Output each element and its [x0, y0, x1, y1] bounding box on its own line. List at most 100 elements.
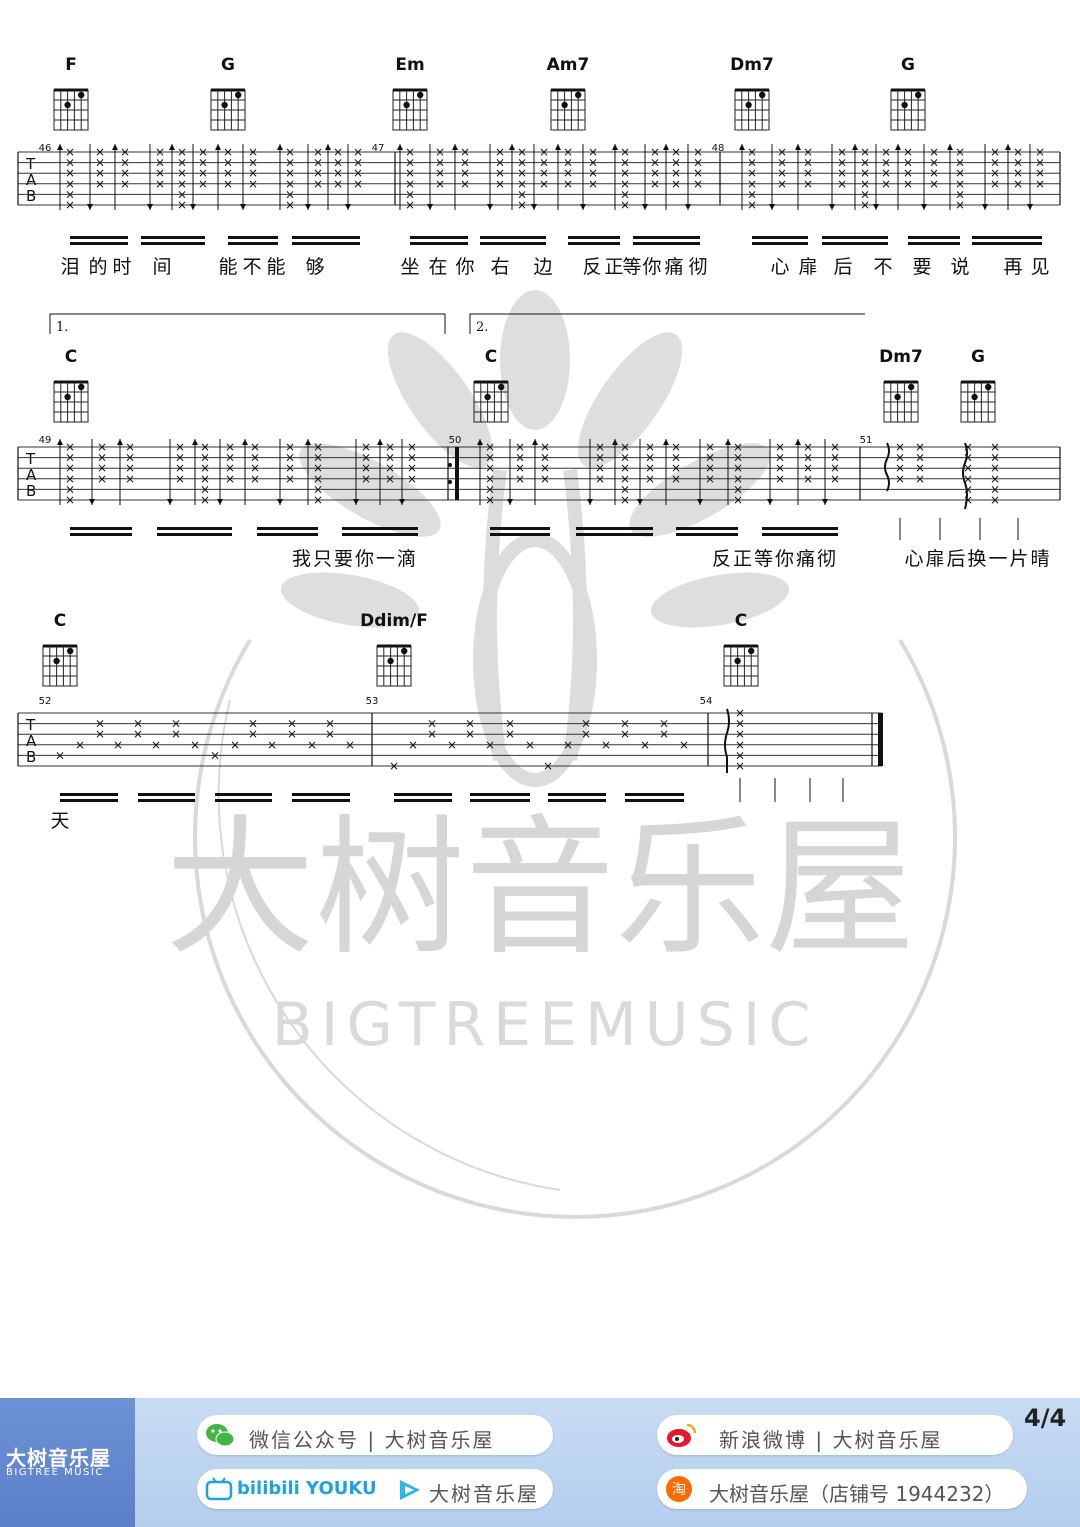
tab-muted-note: × — [175, 472, 185, 486]
tab-muted-note: × — [601, 738, 611, 752]
weibo-link[interactable]: 新浪微博 | 大树音乐屋 — [657, 1415, 1013, 1455]
lyric-phrase: 天 — [50, 810, 69, 832]
video-sites-link[interactable]: bilibili YOUKU 大树音乐屋 — [197, 1469, 553, 1509]
volta-bracket-1 — [49, 313, 446, 334]
video-account-text: 大树音乐屋 — [429, 1482, 539, 1506]
chord-finger-dot — [235, 91, 242, 99]
lyric-char: 时 — [112, 256, 131, 278]
tab-muted-note: × — [485, 738, 495, 752]
chord-diagram — [723, 644, 759, 687]
measure-number: 54 — [700, 696, 713, 707]
tab-muted-note: × — [775, 472, 785, 486]
strum-arrow — [663, 144, 669, 150]
wechat-link[interactable]: 微信公众号 | 大树音乐屋 — [197, 1415, 553, 1455]
strum-arrow — [345, 204, 351, 210]
tab-muted-note: × — [539, 177, 549, 191]
strum-arrow — [57, 144, 63, 150]
chord-diagram — [53, 380, 89, 423]
rhythm-beam — [480, 236, 546, 239]
tab-muted-note: × — [225, 472, 235, 486]
lyric-char: 反 — [582, 256, 601, 278]
tab-muted-note: × — [345, 738, 355, 752]
tab-muted-note: × — [248, 177, 258, 191]
chord-finger-dot — [908, 383, 915, 391]
rhythm-beam — [548, 793, 606, 796]
rhythm-beam — [70, 527, 132, 530]
tab-muted-note: × — [963, 493, 973, 507]
lyric-char: 够 — [305, 256, 324, 278]
tab-muted-note: × — [198, 177, 208, 191]
rhythm-beam — [394, 793, 452, 796]
tab-muted-note: × — [285, 472, 295, 486]
chord-name: C — [54, 611, 66, 631]
strum-arrow — [739, 144, 745, 150]
tab-muted-note: × — [517, 198, 527, 212]
chord-diagram — [890, 88, 926, 131]
tab-muted-note: × — [151, 738, 161, 752]
repeat-thick-bar — [455, 447, 459, 500]
lyric-char: 边 — [533, 256, 552, 278]
lyric-char: 见 — [1030, 256, 1049, 278]
lyric-char: 不 — [873, 256, 892, 278]
measure-number: 46 — [39, 143, 52, 154]
chord-finger-dot — [734, 657, 741, 665]
rhythm-beam — [490, 527, 550, 530]
lyric-char: 心 — [770, 256, 789, 278]
chord-finger-dot — [915, 91, 922, 99]
strum-arrow — [697, 499, 703, 505]
chord-finger-dot — [484, 393, 491, 401]
tab-muted-note: × — [248, 727, 258, 741]
strum-arrow — [215, 144, 221, 150]
chord-name: Am7 — [547, 55, 590, 75]
rhythm-beam — [157, 527, 232, 530]
measure-number: 47 — [372, 143, 385, 154]
strum-arrow — [477, 439, 483, 445]
tab-muted-note: × — [95, 177, 105, 191]
wechat-text: 微信公众号 | 大树音乐屋 — [249, 1428, 495, 1452]
chord-name: G — [901, 55, 915, 75]
rhythm-beam — [633, 236, 700, 239]
rhythm-beam — [228, 236, 278, 239]
tab-muted-note: × — [200, 493, 210, 507]
strum-arrow — [397, 144, 403, 150]
weibo-icon — [667, 1423, 697, 1447]
chord-finger-dot — [575, 91, 582, 99]
tab-muted-note: × — [563, 177, 573, 191]
page-number: 4/4 — [1024, 1404, 1067, 1432]
tab-muted-note: × — [97, 472, 107, 486]
chord-name: F — [65, 55, 77, 75]
taobao-shop-text: 大树音乐屋（店铺号 1944232） — [709, 1482, 1005, 1506]
tab-muted-note: × — [881, 177, 891, 191]
tab-muted-note: × — [495, 177, 505, 191]
strum-arrow — [190, 204, 196, 210]
rhythm-beam — [762, 533, 838, 536]
wechat-icon — [206, 1424, 235, 1447]
chord-finger-dot — [745, 101, 752, 109]
lyric-char: 后 — [833, 256, 852, 278]
lyric-char: 间 — [152, 256, 171, 278]
tab-muted-note: × — [620, 493, 630, 507]
volta-bracket-2 — [469, 313, 865, 334]
chord-finger-dot — [53, 657, 60, 665]
rhythm-beam — [138, 799, 195, 802]
tab-muted-note: × — [860, 198, 870, 212]
tab-muted-note: × — [650, 177, 660, 191]
taobao-shop-link[interactable]: 淘 大树音乐屋（店铺号 1944232） — [657, 1469, 1027, 1509]
rhythm-beam — [576, 533, 653, 536]
chord-finger-dot — [78, 91, 85, 99]
rhythm-beam — [752, 236, 808, 239]
lyric-char: 彻 — [688, 256, 707, 278]
tab-muted-note: × — [645, 472, 655, 486]
tab-muted-note: × — [408, 738, 418, 752]
strum-arrow — [427, 204, 433, 210]
tab-muted-note: × — [389, 759, 399, 773]
tab-muted-note: × — [693, 177, 703, 191]
strum-arrow — [873, 204, 879, 210]
chord-finger-dot — [498, 383, 505, 391]
tab-muted-note: × — [525, 738, 535, 752]
lyric-char: 要 — [912, 256, 931, 278]
rhythm-beam — [908, 236, 960, 239]
lyric-phrase: 心扉后换一片晴 — [904, 548, 1051, 570]
youku-play-icon — [400, 1480, 420, 1500]
chord-finger-dot — [561, 101, 568, 109]
